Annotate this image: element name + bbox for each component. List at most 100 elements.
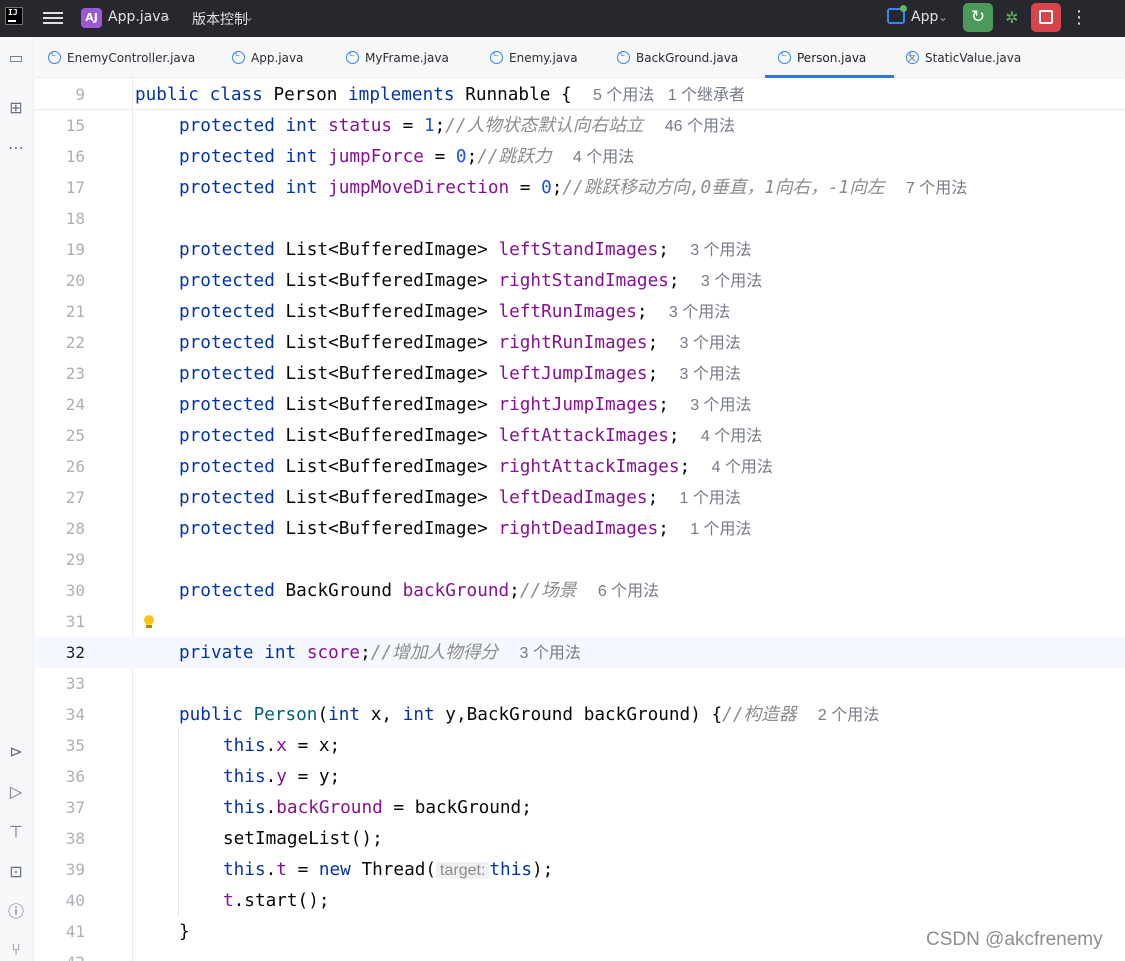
code-line[interactable]: 16 protected int jumpForce = 0;//跳跃力 4 个…	[35, 141, 1125, 172]
tab-app[interactable]: App.java	[232, 37, 303, 78]
code-line[interactable]: 36 this.y = y;	[35, 761, 1125, 792]
watermark: CSDN @akcfrenemy	[926, 929, 1103, 950]
code-line[interactable]: 15 protected int status = 1;//人物状态默认向右站立…	[35, 110, 1125, 141]
code-line[interactable]: 22 protected List<BufferedImage> rightRu…	[35, 327, 1125, 358]
main-menu-icon[interactable]	[43, 9, 63, 27]
project-badge[interactable]: AJ	[81, 8, 102, 28]
line-number: 17	[65, 178, 85, 197]
code-line[interactable]: 40 t.start();	[35, 885, 1125, 916]
usage-hint[interactable]: 6 个用法	[598, 583, 659, 600]
lightbulb-icon[interactable]	[143, 614, 155, 630]
line-number: 31	[65, 612, 85, 631]
class-icon	[778, 47, 791, 64]
chevron-down-icon[interactable]: ⌄	[938, 10, 948, 24]
class-icon	[617, 47, 630, 64]
usage-hint[interactable]: 3 个用法	[680, 335, 741, 352]
more-tools-icon[interactable]: ⋯	[5, 137, 27, 159]
line-number: 35	[65, 736, 85, 755]
tab-enemy[interactable]: Enemy.java	[490, 37, 578, 78]
terminal-icon[interactable]: ⊡	[5, 861, 27, 883]
vcs-widget[interactable]: 版本控制	[192, 9, 248, 29]
usage-hint[interactable]: 4 个用法	[701, 428, 762, 445]
line-number: 30	[65, 581, 85, 600]
code-line[interactable]: 21 protected List<BufferedImage> leftRun…	[35, 296, 1125, 327]
line-number: 37	[65, 798, 85, 817]
usage-hint[interactable]: 3 个用法	[680, 366, 741, 383]
code-line[interactable]: 37 this.backGround = backGround;	[35, 792, 1125, 823]
code-text: protected List<BufferedImage> rightDeadI…	[179, 519, 752, 539]
more-actions-icon[interactable]: ⋮	[1070, 6, 1088, 30]
code-line[interactable]: 31	[35, 606, 1125, 637]
code-line[interactable]: 19 protected List<BufferedImage> leftSta…	[35, 234, 1125, 265]
line-number: 41	[65, 922, 85, 941]
project-folder-icon[interactable]: ▭	[5, 47, 27, 69]
chevron-down-icon[interactable]: ⌄	[162, 10, 172, 24]
debug-icon[interactable]: ✲	[1000, 6, 1024, 30]
services-icon[interactable]: ⊳	[5, 741, 27, 763]
code-line-current[interactable]: 32 private int score;//增加人物得分 3 个用法	[35, 637, 1125, 668]
sticky-line[interactable]: 9 public class Person implements Runnabl…	[35, 79, 1125, 110]
usage-hint[interactable]: 4 个用法	[711, 459, 772, 476]
code-text: protected int jumpForce = 0;//跳跃力 4 个用法	[179, 147, 635, 167]
usage-hint[interactable]: 46 个用法	[665, 118, 735, 135]
tab-staticvalue[interactable]: StaticValue.java	[906, 37, 1021, 78]
code-line[interactable]: 35 this.x = x;	[35, 730, 1125, 761]
code-line[interactable]: 18	[35, 203, 1125, 234]
code-text: protected int jumpMoveDirection = 0;//跳跃…	[179, 178, 968, 198]
code-text: protected List<BufferedImage> rightStand…	[179, 271, 763, 291]
code-line[interactable]: 25 protected List<BufferedImage> leftAtt…	[35, 420, 1125, 451]
line-number: 22	[65, 333, 85, 352]
code-line[interactable]: 23 protected List<BufferedImage> leftJum…	[35, 358, 1125, 389]
code-text: public class Person implements Runnable …	[135, 85, 746, 105]
build-icon[interactable]: ⊤	[5, 821, 27, 843]
project-widget[interactable]: App.java	[108, 9, 169, 25]
usage-hint[interactable]: 4 个用法	[573, 149, 634, 166]
class-icon	[490, 47, 503, 64]
usage-hint[interactable]: 3 个用法	[519, 645, 580, 662]
class-icon	[346, 47, 359, 64]
code-line[interactable]: 27 protected List<BufferedImage> leftDea…	[35, 482, 1125, 513]
code-text: protected List<BufferedImage> rightRunIm…	[179, 333, 741, 353]
usage-hint[interactable]: 2 个用法	[818, 707, 879, 724]
structure-icon[interactable]: ⊞	[5, 97, 27, 119]
code-line[interactable]: 39 this.t = new Thread(target: this);	[35, 854, 1125, 885]
usage-hint[interactable]: 3 个用法	[669, 304, 730, 321]
code-text: t.start();	[223, 891, 330, 911]
code-line[interactable]: 17 protected int jumpMoveDirection = 0;/…	[35, 172, 1125, 203]
stop-button[interactable]	[1031, 3, 1061, 32]
problems-icon[interactable]: ⓘ	[5, 901, 27, 923]
chevron-down-icon[interactable]: ⌄	[244, 10, 254, 24]
tab-person[interactable]: Person.java	[778, 37, 866, 78]
code-line[interactable]: 29	[35, 544, 1125, 575]
usage-hint[interactable]: 3 个用法	[690, 397, 751, 414]
tab-enemycontroller[interactable]: EnemyController.java	[48, 37, 195, 78]
usage-hint[interactable]: 1 个用法	[680, 490, 741, 507]
usage-hint[interactable]: 1 个用法	[690, 521, 751, 538]
line-number: 15	[65, 116, 85, 135]
rerun-button[interactable]: ↻	[963, 3, 993, 32]
running-indicator-icon	[900, 5, 907, 12]
code-text: protected List<BufferedImage> leftRunIma…	[179, 302, 731, 322]
run-config-selector[interactable]: App	[911, 9, 938, 25]
tab-myframe[interactable]: MyFrame.java	[346, 37, 449, 78]
code-line[interactable]: 34 public Person(int x, int y,BackGround…	[35, 699, 1125, 730]
code-line[interactable]: 24 protected List<BufferedImage> rightJu…	[35, 389, 1125, 420]
code-text: protected List<BufferedImage> leftStandI…	[179, 240, 752, 260]
usage-hint[interactable]: 3 个用法	[701, 273, 762, 290]
code-line[interactable]: 33	[35, 668, 1125, 699]
usage-hint[interactable]: 5 个用法 1 个继承者	[593, 87, 745, 104]
class-icon	[906, 47, 919, 64]
run-icon[interactable]: ▷	[5, 781, 27, 803]
tab-background[interactable]: BackGround.java	[617, 37, 738, 78]
code-line[interactable]: 28 protected List<BufferedImage> rightDe…	[35, 513, 1125, 544]
parameter-hint: target:	[436, 862, 490, 879]
code-line[interactable]: 38 setImageList();	[35, 823, 1125, 854]
code-text: protected List<BufferedImage> leftJumpIm…	[179, 364, 741, 384]
code-line[interactable]: 26 protected List<BufferedImage> rightAt…	[35, 451, 1125, 482]
code-text: protected BackGround backGround;//场景 6 个…	[179, 581, 660, 601]
usage-hint[interactable]: 7 个用法	[906, 180, 967, 197]
usage-hint[interactable]: 3 个用法	[690, 242, 751, 259]
code-line[interactable]: 20 protected List<BufferedImage> rightSt…	[35, 265, 1125, 296]
code-line[interactable]: 30 protected BackGround backGround;//场景 …	[35, 575, 1125, 606]
git-icon[interactable]: ⑂	[5, 939, 27, 961]
